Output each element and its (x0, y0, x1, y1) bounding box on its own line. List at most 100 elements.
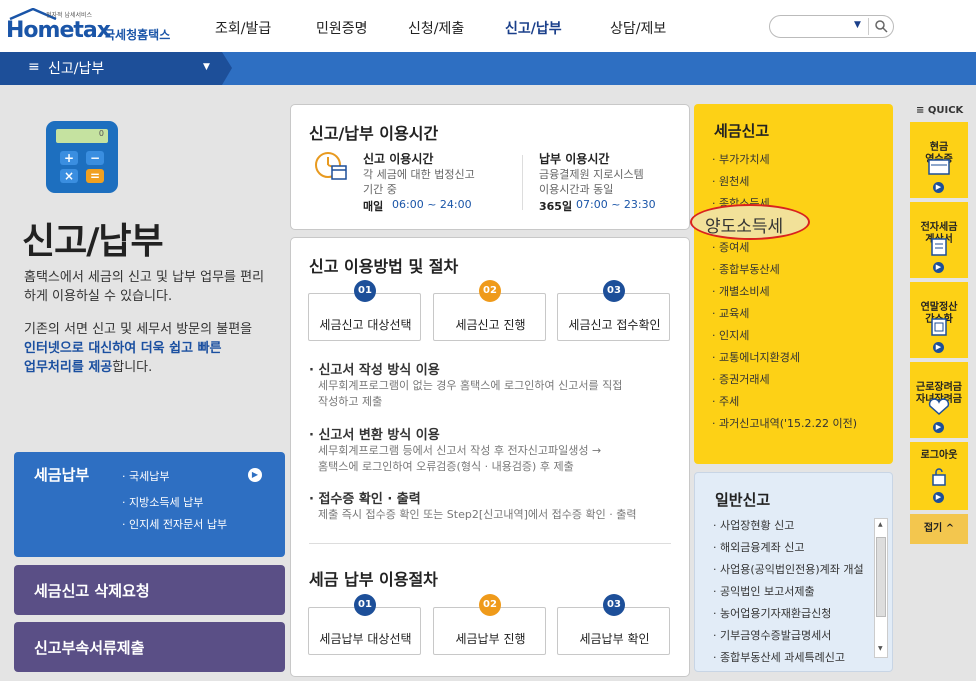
page-title: 신고/납부 (22, 221, 164, 262)
capital-gains-tax-highlight[interactable]: 양도소득세 (690, 204, 810, 240)
step-number: 02 (479, 280, 501, 302)
general-item[interactable]: · 사업용(공익법인전용)계좌 개설 (713, 561, 864, 577)
method-3-title: · 접수증 확인 · 출력 (309, 492, 421, 507)
chevron-right-icon[interactable]: ▶ (248, 468, 262, 482)
general-filing-scrollbar[interactable]: ▲ ▼ (874, 518, 888, 658)
document-icon (931, 318, 947, 336)
tax-item-securities[interactable]: · 증권거래세 (712, 371, 770, 387)
attachments-button[interactable]: 신고부속서류제출 (14, 622, 285, 672)
tax-item-withholding[interactable]: · 원천세 (712, 173, 749, 189)
calculator-screen: 0 (56, 129, 108, 143)
pay-days: 365일 (539, 200, 573, 213)
search-divider (868, 18, 869, 35)
step-select-payment[interactable]: 01 세금납부 대상선택 (308, 594, 421, 655)
stamp-tax-link[interactable]: · 인지세 전자문서 납부 (122, 516, 227, 532)
search-icon[interactable] (874, 19, 888, 33)
tax-item-gift[interactable]: · 증여세 (712, 239, 749, 255)
general-item[interactable]: · 해외금융계좌 신고 (713, 539, 804, 555)
step-confirm-payment[interactable]: 03 세금납부 확인 (557, 594, 670, 655)
tax-item-education[interactable]: · 교육세 (712, 305, 749, 321)
national-tax-payment-link[interactable]: · 국세납부 (122, 468, 169, 484)
desc2-b: 인터넷으로 대신하여 더욱 쉽고 빠른 (24, 341, 222, 356)
tax-item-property[interactable]: · 종합부동산세 (712, 261, 780, 277)
nav-filing-payment[interactable]: 신고/납부 (505, 18, 562, 38)
quick-cash-receipt[interactable]: 현금 영수증 ▶ (910, 122, 968, 198)
step-label: 세금신고 대상선택 (319, 318, 412, 332)
chevron-right-icon: ▶ (933, 182, 944, 193)
step-label: 세금신고 접수확인 (568, 318, 661, 332)
calculator-icon: 0 + − × = (46, 121, 118, 193)
section-menu-label: 신고/납부 (48, 61, 105, 77)
hours-divider (522, 155, 523, 210)
tax-item-history[interactable]: · 과거신고내역('15.2.22 이전) (712, 415, 857, 431)
logo-wordmark: Hometax (6, 18, 111, 43)
plus-key-icon: + (60, 151, 78, 165)
procedure-divider (309, 543, 671, 544)
step-label: 세금납부 진행 (455, 632, 526, 646)
tax-item-stamp[interactable]: · 인지세 (712, 327, 749, 343)
tax-filing-title: 세금신고 (714, 122, 770, 140)
chevron-right-icon: ▶ (933, 492, 944, 503)
general-item[interactable]: · 농어업용기자재환급신청 (713, 605, 831, 621)
section-menu-button[interactable]: ≡ 신고/납부 ▼ (0, 52, 232, 85)
quick-logout[interactable]: 로그아웃 ▶ (910, 442, 968, 510)
quick-year-end-settlement[interactable]: 연말정산 간소화 ▶ (910, 282, 968, 358)
step-number: 02 (479, 594, 501, 616)
quick-collapse-button[interactable]: 접기 ^ (910, 514, 968, 544)
nav-certificate[interactable]: 민원증명 (316, 18, 368, 38)
calendar-clock-icon (315, 152, 347, 180)
scroll-down-icon[interactable]: ▼ (878, 645, 883, 652)
hometax-logo[interactable]: 전자적 납세서비스 Hometax 국세청홈택스 (6, 6, 176, 46)
filing-time: 06:00 ~ 24:00 (392, 198, 472, 211)
step-number: 03 (603, 594, 625, 616)
filing-days: 매일 (363, 200, 384, 213)
scroll-up-icon[interactable]: ▲ (878, 521, 883, 528)
step-confirm-filing[interactable]: 03 세금신고 접수확인 (557, 280, 670, 341)
method-1-desc1: 세무회계프로그램이 없는 경우 홈택스에 로그인하여 신고서를 직접 (318, 379, 623, 392)
scroll-thumb[interactable] (876, 537, 886, 617)
capital-gains-tax-label: 양도소득세 (705, 217, 784, 237)
nav-application[interactable]: 신청/제출 (408, 18, 464, 38)
nav-consultation[interactable]: 상담/제보 (610, 18, 666, 38)
step-number: 01 (354, 594, 376, 616)
quick-logout-label: 로그아웃 (920, 450, 958, 461)
nav-inquiry[interactable]: 조회/발급 (215, 18, 271, 38)
delete-request-label: 세금신고 삭제요청 (34, 582, 150, 600)
heart-icon (928, 398, 950, 416)
tax-payment-title: 세금납부 (34, 466, 90, 484)
general-item[interactable]: · 기부금영수증발급명세서 (713, 627, 831, 643)
hamburger-icon: ≡ (28, 59, 40, 75)
filing-hours-desc2: 기간 중 (363, 183, 397, 196)
chevron-right-icon: ▶ (933, 342, 944, 353)
quick-incentive[interactable]: 근로장려금 자녀장려금 ▶ (910, 362, 968, 438)
tax-item-liquor[interactable]: · 주세 (712, 393, 739, 409)
local-income-tax-link[interactable]: · 지방소득세 납부 (122, 494, 203, 510)
chevron-right-icon: ▶ (933, 422, 944, 433)
method-1-title: · 신고서 작성 방식 이용 (309, 363, 440, 378)
step-progress-payment[interactable]: 02 세금납부 진행 (433, 594, 546, 655)
search-dropdown-icon[interactable]: ▼ (854, 20, 861, 30)
general-filing-title: 일반신고 (715, 491, 771, 509)
step-label: 세금납부 확인 (579, 632, 650, 646)
general-item[interactable]: · 사업장현황 신고 (713, 517, 794, 533)
pay-hours-desc1: 금융결제원 지로시스템 (539, 168, 644, 181)
tax-item-vat[interactable]: · 부가가치세 (712, 151, 770, 167)
search-input[interactable]: ▼ (769, 15, 894, 38)
step-select-filing[interactable]: 01 세금신고 대상선택 (308, 280, 421, 341)
general-filing-box: 일반신고 · 사업장현황 신고 · 해외금융계좌 신고 · 사업용(공익법인전용… (694, 472, 893, 672)
quick-e-tax-invoice[interactable]: 전자세금 계산서 ▶ (910, 202, 968, 278)
tax-item-transport[interactable]: · 교통에너지환경세 (712, 349, 800, 365)
chevron-right-icon: ▶ (933, 262, 944, 273)
filing-hours-desc1: 각 세금에 대한 법정신고 (363, 168, 475, 181)
pay-time: 07:00 ~ 23:30 (576, 198, 656, 211)
tax-payment-box: 세금납부 · 국세납부 ▶ · 지방소득세 납부 · 인지세 전자문서 납부 (14, 452, 285, 557)
method-2-desc2: 홈택스에 로그인하여 오류검증(형식 · 내용검증) 후 제출 (318, 460, 574, 473)
tax-item-consumption[interactable]: · 개별소비세 (712, 283, 770, 299)
general-item[interactable]: · 공익법인 보고서제출 (713, 583, 815, 599)
general-item[interactable]: · 종합부동산세 과세특례신고 (713, 649, 845, 663)
lock-icon (932, 468, 946, 486)
pay-hours-label: 납부 이용시간 (539, 152, 610, 166)
general-filing-list: · 사업장현황 신고 · 해외금융계좌 신고 · 사업용(공익법인전용)계좌 개… (695, 513, 873, 663)
delete-request-button[interactable]: 세금신고 삭제요청 (14, 565, 285, 615)
step-progress-filing[interactable]: 02 세금신고 진행 (433, 280, 546, 341)
